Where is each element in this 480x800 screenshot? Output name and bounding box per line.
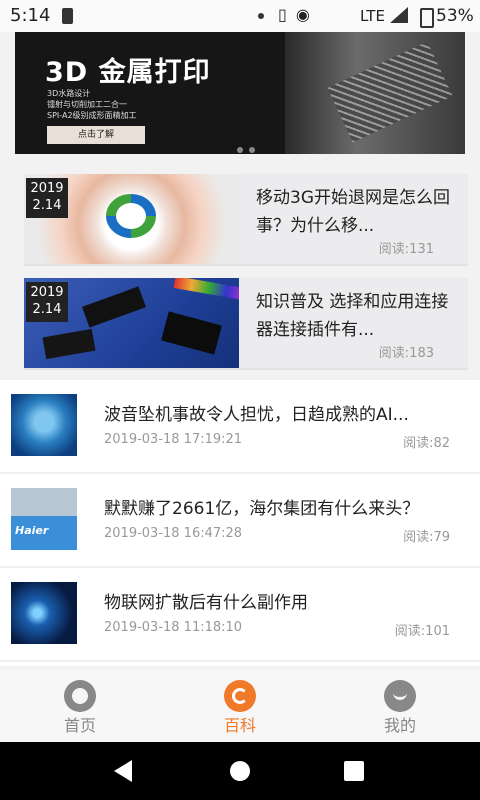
read-count: 阅读:82 (403, 436, 450, 451)
date-day: 2.14 (32, 198, 62, 213)
banner-pager (237, 138, 261, 154)
read-count: 阅读:79 (403, 530, 450, 545)
recent-apps-icon[interactable] (344, 761, 364, 781)
date-year: 2019 (30, 285, 64, 300)
featured-title: 知识普及 选择和应用连接器连接插件有... (256, 292, 449, 340)
banner-bullet: 3D水路设计 (47, 89, 91, 98)
status-time: 5:14 (10, 5, 51, 26)
featured-title: 移动3G开始退网是怎么回事？为什么移... (256, 188, 450, 236)
read-count: 阅读:131 (378, 242, 434, 257)
vibrate-location-icons: ▯ ◉ (278, 5, 312, 24)
tab-me[interactable]: 我的 (320, 670, 480, 742)
connector-shape (82, 286, 146, 328)
featured-card[interactable]: 2019 2.14 移动3G开始退网是怎么回事？为什么移... 阅读:131 (24, 174, 468, 266)
article-title: 物联网扩散后有什么副作用 (104, 593, 308, 613)
tab-label: 我的 (383, 716, 416, 735)
promo-banner[interactable]: 3D 金属打印 3D水路设计 镭射与切削加工二合一 SPI-A2级别成形面精加工… (15, 32, 465, 154)
list-item[interactable]: 波音坠机事故令人担忧，日趋成熟的AI... 2019-03-18 17:19:2… (0, 380, 480, 474)
list-item[interactable]: Haier 默默赚了2661亿，海尔集团有什么来头？ 2019-03-18 16… (0, 474, 480, 568)
home-button-icon[interactable] (230, 761, 250, 781)
notification-dot-icon (258, 13, 264, 19)
battery-saver-icon (62, 8, 73, 24)
article-thumbnail: Haier (11, 488, 77, 550)
bottom-tab-bar: 首页 百科 我的 (0, 670, 480, 742)
date-year: 2019 (30, 181, 64, 196)
article-thumbnail (11, 394, 77, 456)
read-count: 阅读:183 (378, 346, 434, 361)
article-title: 波音坠机事故令人担忧，日趋成熟的AI... (104, 405, 409, 425)
battery-percent: 53% (436, 6, 474, 26)
banner-bullet: 镭射与切削加工二合一 (47, 100, 127, 109)
connector-shape (161, 311, 222, 355)
list-item[interactable]: 物联网扩散后有什么副作用 2019-03-18 11:18:10 阅读:101 (0, 568, 480, 662)
pager-dot (237, 147, 243, 153)
signal-icon (390, 7, 408, 23)
encyclopedia-icon (224, 680, 256, 712)
haier-logo: Haier (15, 524, 49, 537)
read-count: 阅读:101 (394, 624, 450, 639)
system-nav-bar (0, 742, 480, 800)
article-title: 默默赚了2661亿，海尔集团有什么来头？ (104, 499, 420, 519)
ribbon-cable (173, 278, 239, 300)
article-time: 2019-03-18 17:19:21 (104, 432, 243, 447)
connector-shape (42, 328, 96, 360)
article-time: 2019-03-18 16:47:28 (104, 526, 243, 541)
status-bar: 5:14 ▯ ◉ LTE 53% (0, 0, 480, 32)
pager-dot (249, 147, 255, 153)
featured-card[interactable]: 2019 2.14 知识普及 选择和应用连接器连接插件有... 阅读:183 (24, 278, 468, 370)
article-time: 2019-03-18 11:18:10 (104, 620, 243, 635)
tab-home[interactable]: 首页 (0, 670, 160, 742)
china-mobile-logo-icon (106, 194, 156, 238)
featured-thumbnail: 2019 2.14 (24, 174, 239, 264)
date-badge: 2019 2.14 (26, 178, 68, 218)
tab-label: 首页 (63, 716, 96, 735)
banner-bullet: SPI-A2级别成形面精加工 (47, 111, 137, 120)
date-day: 2.14 (32, 302, 62, 317)
home-icon (64, 680, 96, 712)
article-list: 波音坠机事故令人担忧，日趋成熟的AI... 2019-03-18 17:19:2… (0, 380, 480, 666)
battery-icon (420, 8, 434, 28)
profile-icon (384, 680, 416, 712)
tab-baike[interactable]: 百科 (160, 670, 320, 742)
article-thumbnail (11, 582, 77, 644)
back-icon[interactable] (114, 760, 132, 782)
network-type: LTE (360, 7, 385, 25)
banner-title: 3D 金属打印 (45, 57, 211, 88)
featured-thumbnail: 2019 2.14 (24, 278, 239, 368)
date-badge: 2019 2.14 (26, 282, 68, 322)
banner-cta-button[interactable]: 点击了解 (47, 126, 145, 144)
tab-label: 百科 (223, 716, 256, 735)
